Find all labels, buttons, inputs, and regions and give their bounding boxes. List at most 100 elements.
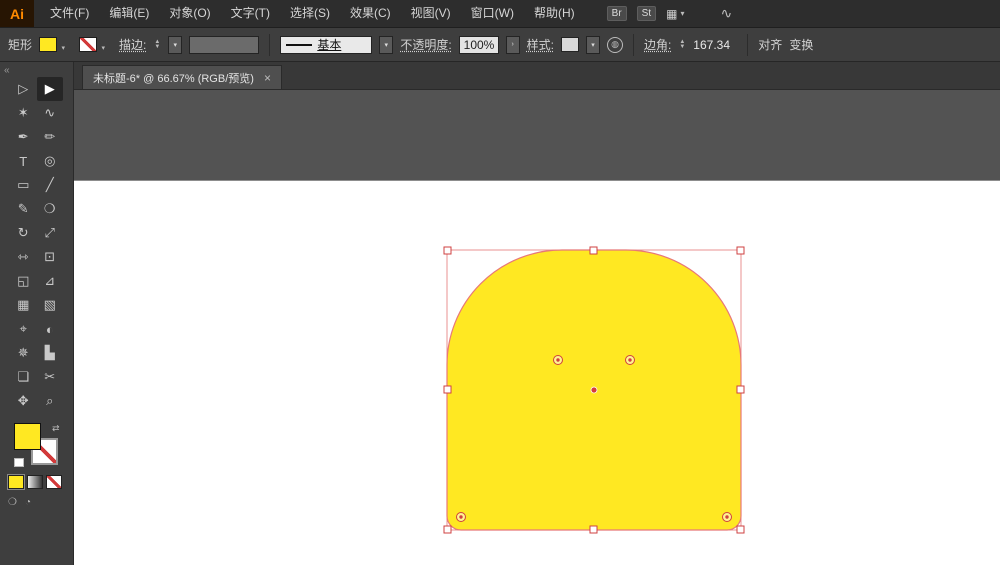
stepper-down-icon[interactable]: ▼ — [154, 44, 160, 50]
corner-panel-link[interactable]: 边角: — [644, 36, 671, 53]
zoom-tool[interactable]: ⌕ — [37, 389, 64, 413]
stroke-weight-stepper[interactable]: ▲ ▼ — [154, 39, 160, 50]
menu-item-type[interactable]: 文字(T) — [221, 0, 280, 27]
handle-bottom-center[interactable] — [589, 525, 598, 534]
toolbar-collapse-button[interactable]: « — [0, 62, 73, 77]
eyedropper-tool[interactable]: ⌖ — [10, 317, 37, 341]
blob-brush-tool[interactable]: ❍ — [37, 197, 64, 221]
cs-live-icon[interactable]: ∿ — [720, 5, 732, 22]
corner-stepper[interactable]: ▲ ▼ — [679, 39, 685, 50]
fill-color-indicator[interactable] — [13, 423, 41, 450]
align-button[interactable]: 对齐 — [758, 36, 782, 53]
work-area: 未标题-6* @ 66.67% (RGB/预览) × — [74, 62, 1000, 565]
color-mode-buttons — [0, 469, 73, 490]
shape-center-point[interactable] — [590, 386, 598, 394]
corner-radius-input[interactable]: 167.34 — [693, 38, 737, 52]
separator — [747, 33, 749, 56]
opacity-more-button[interactable]: › — [505, 35, 520, 54]
symbol-sprayer-tool[interactable]: ✵ — [10, 341, 37, 365]
handle-mid-left[interactable] — [443, 385, 452, 394]
rotate-tool[interactable]: ↻ — [10, 221, 37, 245]
recolor-artwork-icon[interactable]: ◍ — [607, 36, 623, 53]
stock-button[interactable]: St — [636, 6, 657, 21]
corner-widget-dot — [725, 515, 729, 519]
menu-item-help[interactable]: 帮助(H) — [524, 0, 585, 27]
corner-widget-dot — [459, 515, 463, 519]
menu-item-effect[interactable]: 效果(C) — [340, 0, 401, 27]
menu-item-view[interactable]: 视图(V) — [401, 0, 461, 27]
direct-selection-tool[interactable]: ▷ — [10, 77, 37, 101]
handle-bottom-right[interactable] — [736, 525, 745, 534]
stroke-preview-line — [286, 43, 313, 46]
handle-bottom-left[interactable] — [443, 525, 452, 534]
color-button[interactable] — [7, 474, 25, 490]
menu-item-select[interactable]: 选择(S) — [280, 0, 340, 27]
handle-top-left[interactable] — [443, 246, 452, 255]
mesh-tool[interactable]: ▦ — [10, 293, 37, 317]
opacity-panel-link[interactable]: 不透明度: — [400, 36, 451, 53]
width-tool[interactable]: ⇿ — [10, 245, 37, 269]
stroke-weight-dropdown[interactable]: ▾ — [168, 35, 183, 54]
default-fill-stroke-icon[interactable] — [13, 458, 24, 467]
selected-object-type: 矩形 — [8, 38, 33, 52]
menu-item-object[interactable]: 对象(O) — [159, 0, 220, 27]
handle-top-right[interactable] — [736, 246, 745, 255]
type-tool[interactable]: T — [10, 149, 37, 173]
stroke-color-swatch[interactable]: ▾ — [79, 37, 105, 52]
handle-mid-right[interactable] — [736, 385, 745, 394]
fill-color-swatch[interactable]: ▾ — [39, 37, 65, 52]
pencil-tool[interactable]: ✎ — [10, 197, 37, 221]
line-tool[interactable]: ╱ — [37, 173, 64, 197]
shape-builder-tool[interactable]: ◱ — [10, 269, 37, 293]
opacity-input[interactable]: 100% — [458, 35, 499, 54]
stroke-panel-link[interactable]: 描边: — [119, 36, 146, 53]
corner-widget-dot — [556, 358, 560, 362]
none-button[interactable] — [46, 475, 62, 489]
close-icon[interactable]: × — [264, 71, 271, 85]
transform-button[interactable]: 变换 — [789, 36, 813, 53]
brush-tool[interactable]: ✏ — [37, 125, 64, 149]
menubar-right: Br St ▦ ▾ ∿ — [606, 5, 732, 22]
document-tab[interactable]: 未标题-6* @ 66.67% (RGB/预览) × — [82, 65, 282, 89]
lasso-tool[interactable]: ∿ — [37, 101, 64, 125]
rectangle-tool[interactable]: ▭ — [10, 173, 37, 197]
twirl-tool[interactable]: ◎ — [37, 149, 64, 173]
brush-definition-label: 基本 — [317, 38, 342, 52]
graph-tool[interactable]: ▙ — [37, 341, 64, 365]
separator — [269, 33, 271, 56]
fill-chevron-icon: ▾ — [61, 45, 66, 52]
hand-tool[interactable]: ✥ — [10, 389, 37, 413]
perspective-grid-tool[interactable]: ⊿ — [37, 269, 64, 293]
swap-fill-stroke-icon[interactable]: ⇄ — [52, 423, 60, 434]
handle-top-center[interactable] — [589, 246, 598, 255]
bridge-button[interactable]: Br — [606, 6, 627, 21]
free-transform-tool[interactable]: ⊡ — [37, 245, 64, 269]
menu-item-window[interactable]: 窗口(W) — [461, 0, 524, 27]
width-profile-dropdown[interactable] — [189, 35, 260, 54]
brush-definition-dropdown[interactable]: 基本 — [280, 35, 373, 54]
gradient-tool[interactable]: ▧ — [37, 293, 64, 317]
scale-tool[interactable]: ⤢ — [37, 221, 64, 245]
separator — [633, 33, 634, 56]
selection-tool[interactable]: ▶ — [36, 77, 63, 101]
screen-mode-icon[interactable]: ◔ — [25, 497, 31, 508]
menu-item-file[interactable]: 文件(F) — [40, 0, 99, 27]
slice-tool[interactable]: ✂ — [37, 365, 64, 389]
menu-item-edit[interactable]: 编辑(E) — [99, 0, 159, 27]
style-chevron[interactable]: ▾ — [586, 35, 600, 54]
style-panel-link[interactable]: 样式: — [527, 36, 554, 53]
workspace-switcher[interactable]: ▦ ▾ — [666, 7, 684, 21]
blend-tool[interactable]: ◐ — [37, 317, 64, 341]
artboard-tool[interactable]: ❏ — [10, 365, 37, 389]
gradient-button[interactable] — [27, 475, 43, 489]
tools-grid: ▷ ▶ ✶ ∿ ✒ ✏ T ◎ ▭ ╱ ✎ ❍ ↻ ⤢ ⇿ ⊡ ◱ ⊿ ▦ ▧ ⌖ ◐ ✵ ▙ ❏ ✂ ✥ ⌕ — [0, 77, 73, 413]
stepper-down-icon[interactable]: ▼ — [679, 44, 685, 50]
magic-wand-tool[interactable]: ✶ — [10, 101, 37, 125]
fill-stroke-indicator: ⇄ — [13, 423, 60, 467]
canvas[interactable] — [74, 90, 1000, 565]
pen-tool[interactable]: ✒ — [10, 125, 37, 149]
brush-definition-chevron[interactable]: ▾ — [379, 35, 394, 54]
draw-normal-icon[interactable]: ❍ — [8, 497, 17, 508]
graphic-style-swatch[interactable] — [561, 37, 579, 52]
menu-bar: Ai 文件(F) 编辑(E) 对象(O) 文字(T) 选择(S) 效果(C) 视图(V) 窗口… — [0, 0, 1000, 28]
